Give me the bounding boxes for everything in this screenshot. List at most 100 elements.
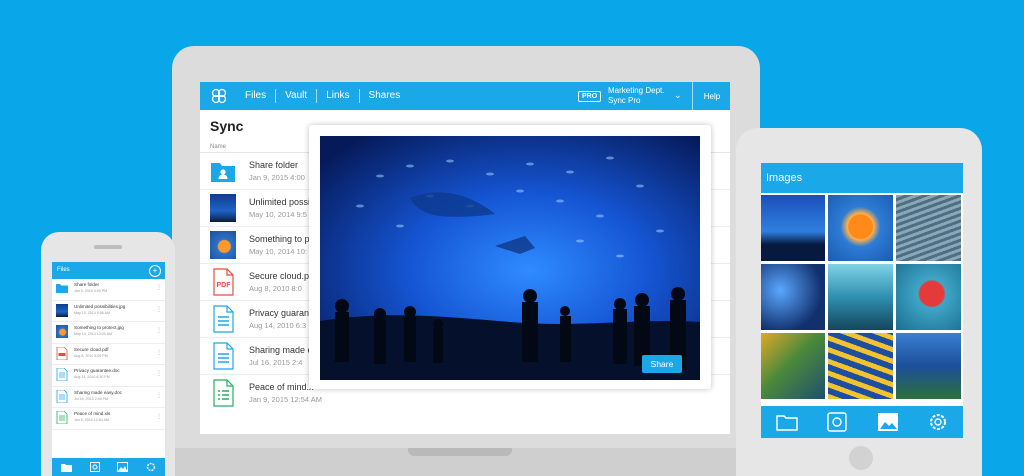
tablet-home-button[interactable] [849, 446, 873, 470]
share-button[interactable]: Share [642, 355, 682, 373]
more-icon[interactable]: ⋮ [156, 413, 162, 420]
image-grid [761, 195, 963, 399]
image-tile[interactable] [828, 264, 893, 330]
more-icon[interactable]: ⋮ [156, 392, 162, 399]
file-date: Jan 9, 2015 4:00 PM [74, 289, 108, 293]
aquarium-photo [320, 136, 700, 380]
top-nav-bar: Files Vault Links Shares PRO Marketing D… [200, 82, 730, 110]
image-tile[interactable] [761, 195, 825, 261]
add-icon[interactable]: + [149, 265, 161, 277]
list-item[interactable]: Unlimited possibilities.jpg May 10, 2014… [52, 301, 165, 322]
account-selector[interactable]: Marketing Dept. Sync Pro [608, 86, 664, 106]
file-date: Aug 8, 2010 8:05 PM [74, 353, 108, 358]
file-date: May 10, 2014 9:5 [249, 210, 307, 219]
list-item[interactable]: Share folder Jan 9, 2015 4:00 PM ⋮ [52, 279, 165, 301]
more-icon[interactable]: ⋮ [156, 349, 162, 356]
file-name: Secure cloud.pd [249, 271, 315, 281]
file-date: May 10, 2014 9:56 AM [74, 310, 110, 315]
nav-shares[interactable]: Shares [360, 89, 410, 103]
image-tile[interactable] [896, 195, 961, 261]
file-name: Share folder [249, 160, 299, 170]
folder-icon[interactable] [60, 463, 72, 472]
list-item[interactable]: Privacy guarantee.doc Aug 14, 2010 6:30 … [52, 365, 165, 387]
tablet-screen: Images [761, 163, 963, 438]
laptop-notch [408, 448, 512, 456]
file-date: Jan 9, 2015 12:54 AM [249, 395, 322, 404]
more-icon[interactable]: ⋮ [156, 284, 162, 291]
file-date: Jul 16, 2015 2:4 [249, 358, 303, 367]
spreadsheet-icon [213, 379, 234, 407]
phone-title: Files [57, 267, 70, 273]
image-tile[interactable] [828, 333, 893, 399]
photo-thumbnail [210, 194, 236, 222]
file-name: Unlimited possibilities.jpg [74, 303, 126, 309]
photo-thumbnail [56, 303, 68, 317]
nav-vault[interactable]: Vault [276, 89, 318, 103]
photo-thumbnail [210, 231, 236, 259]
tablet-title: Images [766, 172, 803, 184]
doc-icon [213, 342, 234, 370]
file-date: May 10, 2014 10:00 AM [74, 332, 112, 336]
file-name: Privacy guarantee.doc [74, 368, 120, 373]
image-tile[interactable] [828, 195, 893, 261]
file-date: May 10, 2014 10: [249, 247, 307, 256]
doc-icon [213, 305, 234, 333]
phone-tab-bar [52, 458, 165, 476]
list-item[interactable]: Peace of mind.xls Jan 9, 2015 12:54 AM ⋮ [52, 408, 165, 430]
image-icon[interactable] [117, 462, 129, 472]
file-date: Jan 9, 2015 12:54 AM [74, 418, 109, 422]
folder-icon [211, 163, 235, 182]
help-link[interactable]: Help [692, 82, 730, 110]
phone-speaker [94, 245, 122, 249]
pdf-icon: PDF [213, 268, 234, 296]
doc-icon [56, 389, 68, 403]
vault-icon[interactable] [827, 412, 847, 432]
image-tile[interactable] [761, 264, 825, 330]
file-date: Aug 14, 2010 6:3 [249, 321, 307, 330]
folder-icon[interactable] [776, 413, 798, 431]
file-name: Peace of mind.xls [74, 411, 111, 416]
image-tile[interactable] [896, 264, 961, 330]
spreadsheet-icon [56, 411, 68, 424]
file-name: Something to pr [249, 234, 313, 244]
file-name: Unlimited possibi [249, 197, 318, 207]
more-icon[interactable]: ⋮ [156, 306, 162, 313]
phone-header: Files + [52, 262, 165, 279]
image-preview-modal: Share [309, 125, 711, 389]
phone-screen: Files + Share folder Jan 9, 2015 4:00 PM… [52, 262, 165, 476]
nav-files[interactable]: Files [236, 89, 277, 103]
chevron-down-icon[interactable]: ⌄ [674, 90, 682, 101]
svg-text:PDF: PDF [217, 282, 232, 289]
file-name: Privacy guarante [249, 308, 317, 318]
image-tile[interactable] [761, 333, 825, 399]
gear-icon[interactable] [146, 462, 156, 472]
file-date: Aug 14, 2010 6:30 PM [74, 375, 110, 379]
image-tile[interactable] [896, 333, 961, 399]
file-name: Secure cloud.pdf [74, 346, 109, 352]
image-icon[interactable] [877, 412, 899, 432]
list-item[interactable]: Sharing made easy.doc Jul 16, 2015 2:45 … [52, 387, 165, 408]
list-item[interactable]: Secure cloud.pdf Aug 8, 2010 8:05 PM ⋮ [52, 344, 165, 365]
vault-icon[interactable] [89, 462, 100, 472]
tablet-header: Images [761, 163, 963, 193]
more-icon[interactable]: ⋮ [156, 370, 162, 377]
sync-logo-icon [211, 88, 227, 104]
file-date: Aug 8, 2010 8:0 [249, 284, 302, 293]
file-date: Jul 16, 2015 2:45 PM [74, 396, 108, 401]
laptop-base [96, 448, 824, 476]
more-icon[interactable]: ⋮ [156, 327, 162, 334]
main-nav: Files Vault Links Shares [236, 82, 409, 110]
doc-icon [56, 368, 68, 381]
account-plan: Sync Pro [608, 96, 641, 105]
file-name: Sharing made e [249, 345, 313, 355]
list-item[interactable]: Something to protect.jpg May 10, 2014 10… [52, 322, 165, 344]
account-name: Marketing Dept. [608, 86, 665, 95]
name-column-header[interactable]: Name [210, 144, 226, 150]
file-name: Sharing made easy.doc [74, 389, 122, 395]
page-title: Sync [210, 118, 244, 134]
file-name: Peace of mind.x [249, 382, 314, 392]
folder-icon [56, 284, 68, 293]
nav-links[interactable]: Links [317, 89, 360, 103]
gear-icon[interactable] [928, 412, 948, 432]
file-name: Share folder [74, 282, 100, 287]
